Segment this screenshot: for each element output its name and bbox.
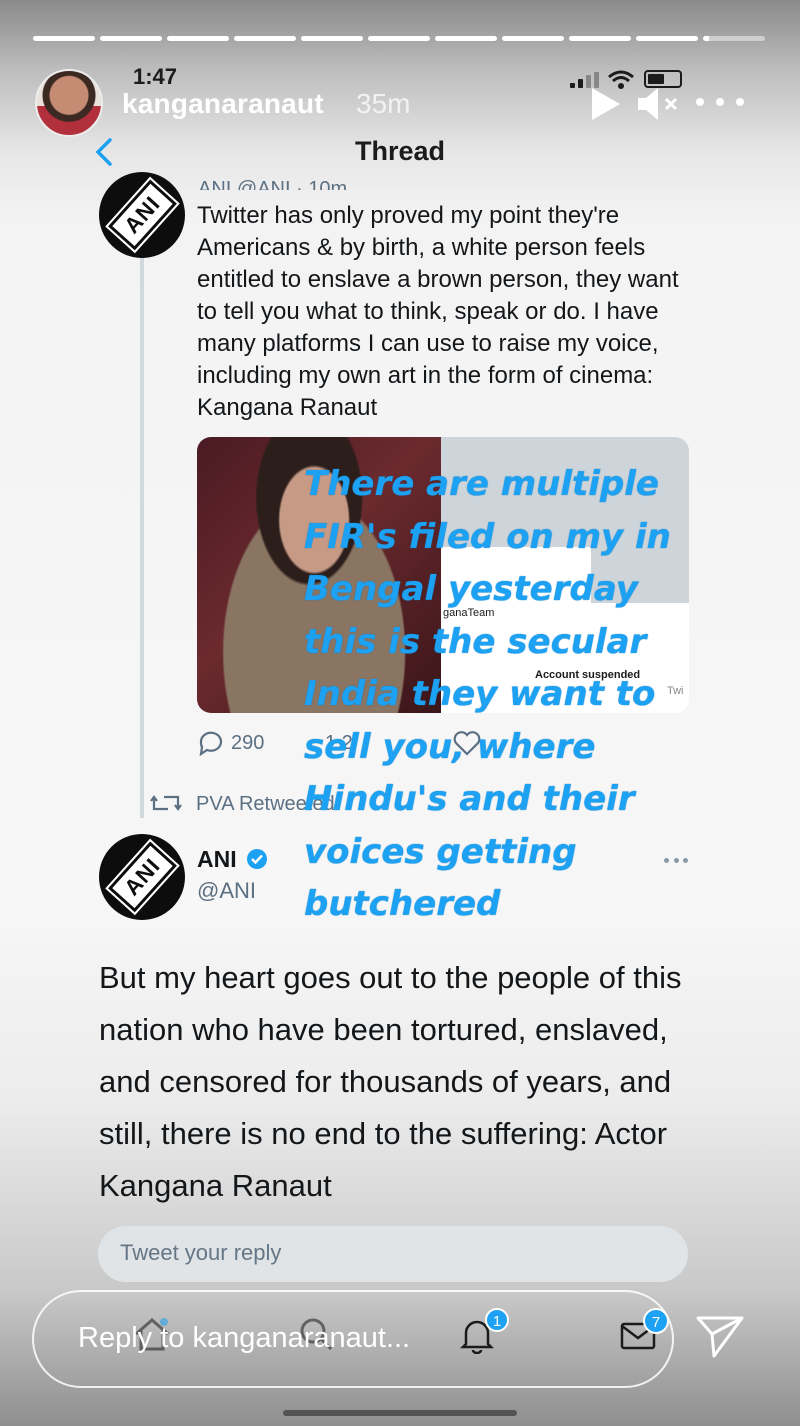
avatar[interactable] <box>35 69 103 137</box>
story-progress-bar <box>33 36 765 41</box>
ani-avatar-text: ANI <box>105 837 179 917</box>
story-progress-segment <box>234 36 296 41</box>
ani-logo-avatar[interactable]: ANI <box>99 172 185 258</box>
story-progress-segment <box>368 36 430 41</box>
more-options-icon[interactable] <box>696 98 744 108</box>
main-tweet-text: But my heart goes out to the people of t… <box>99 960 682 1203</box>
story-username[interactable]: kanganaranaut <box>122 88 324 120</box>
story-text-overlay: There are multiple FIR's filed on my in … <box>304 464 671 924</box>
status-time: 1:47 <box>133 64 178 89</box>
story-progress-segment <box>167 36 229 41</box>
story-timestamp: 35m <box>356 88 411 119</box>
mute-icon[interactable] <box>636 86 680 122</box>
story-progress-segment <box>100 36 162 41</box>
story-reply-placeholder: Reply to kanganaranaut... <box>78 1322 411 1354</box>
retweet-icon <box>150 795 182 811</box>
play-icon[interactable] <box>588 86 622 122</box>
ani-avatar[interactable]: ANI <box>99 834 185 920</box>
author-name[interactable]: ANI <box>197 846 237 873</box>
thread-connector-line <box>140 258 144 818</box>
verified-badge-icon <box>247 849 267 869</box>
reply-icon[interactable] <box>197 730 225 756</box>
story-progress-segment <box>33 36 95 41</box>
author-handle[interactable]: @ANI <box>197 878 256 904</box>
story-progress-segment <box>435 36 497 41</box>
page-title: Thread <box>354 136 446 166</box>
ani-logo-text: ANI <box>105 175 179 255</box>
story-progress-segment <box>502 36 564 41</box>
story-progress-segment <box>569 36 631 41</box>
instagram-story: 1:47 kanganaranaut 35m Thread ANI @ANI ·… <box>0 0 800 1426</box>
story-progress-segment <box>703 36 765 41</box>
tweet-reply-placeholder: Tweet your reply <box>120 1240 282 1265</box>
tweet-reply-field[interactable]: Tweet your reply <box>98 1226 688 1282</box>
story-progress-segment <box>301 36 363 41</box>
send-icon[interactable] <box>694 1310 746 1362</box>
home-indicator <box>283 1410 517 1416</box>
story-progress-segment <box>636 36 698 41</box>
reply-count: 290 <box>231 732 265 754</box>
tweet-author-meta: ANI @ANI · 10m <box>198 178 348 190</box>
quoted-tweet-text: Twitter has only proved my point they're… <box>197 202 679 421</box>
